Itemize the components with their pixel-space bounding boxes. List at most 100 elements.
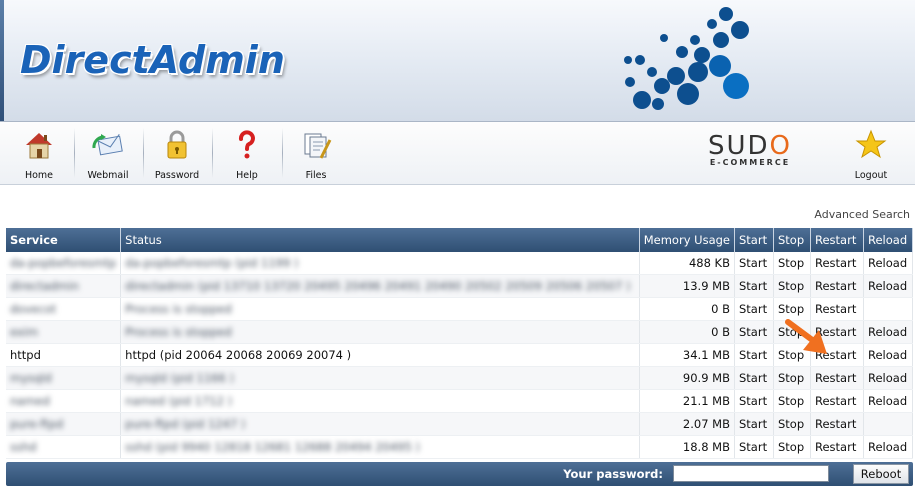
service-status-blurred-text: da-popbeforesmtp (pid 1199 ) xyxy=(125,256,299,270)
service-status-blurred-text: Process is stopped xyxy=(125,325,232,339)
table-row: mysqld mysqld (pid 1166 ) 90.9 MB Start Stop… xyxy=(6,366,913,390)
reload-action[interactable]: Reload xyxy=(863,320,913,344)
star-icon xyxy=(855,129,887,159)
service-name-blurred-text: sshd xyxy=(10,440,37,454)
question-icon xyxy=(239,130,255,159)
service-name-blurred-text: exim xyxy=(10,325,39,339)
restart-action[interactable]: Restart xyxy=(810,274,864,298)
service-status-blurred-text: sshd (pid 9940 12818 12681 12688 20494 2… xyxy=(125,440,420,454)
table-row: directadmin directadmin (pid 13710 13720 … xyxy=(6,274,913,298)
table-header-row: Service Status Memory Usage Start Stop R… xyxy=(6,228,913,252)
memory-usage: 21.1 MB xyxy=(639,389,736,413)
stop-action[interactable]: Stop xyxy=(773,366,811,390)
service-status: named (pid 1712 ) xyxy=(120,389,640,413)
memory-usage: 18.8 MB xyxy=(639,435,736,459)
service-name: pure-ftpd xyxy=(6,412,122,436)
restart-action[interactable]: Restart xyxy=(810,389,864,413)
table-row: da-popbeforesmtp da-popbeforesmtp (pid 11… xyxy=(6,252,913,275)
nav-help[interactable]: Help xyxy=(214,126,280,182)
files-icon xyxy=(304,133,332,159)
nav-logout[interactable]: Logout xyxy=(838,126,904,182)
reboot-button[interactable]: Reboot xyxy=(853,464,909,484)
start-action[interactable]: Start xyxy=(734,389,774,413)
memory-usage: 90.9 MB xyxy=(639,366,736,390)
service-name-blurred-text: directadmin xyxy=(10,279,79,293)
nav-divider xyxy=(212,128,213,178)
reload-action[interactable]: Reload xyxy=(863,252,913,275)
col-header-status: Status xyxy=(120,228,640,252)
home-icon xyxy=(26,133,52,159)
nav-password-label: Password xyxy=(154,170,200,181)
start-action[interactable]: Start xyxy=(734,435,774,459)
header-banner: DirectAdmin xyxy=(0,0,915,122)
nav-files-label: Files xyxy=(305,170,327,181)
service-name: mysqld xyxy=(6,366,122,390)
start-action[interactable]: Start xyxy=(734,366,774,390)
nav-home[interactable]: Home xyxy=(6,126,72,182)
memory-usage: 0 B xyxy=(639,320,736,344)
service-status-blurred-text: named (pid 1712 ) xyxy=(125,394,233,408)
memory-usage: 2.07 MB xyxy=(639,412,736,436)
start-action[interactable]: Start xyxy=(734,297,774,321)
start-action[interactable]: Start xyxy=(734,274,774,298)
services-table-body: da-popbeforesmtp da-popbeforesmtp (pid 11… xyxy=(6,252,913,459)
restart-action[interactable]: Restart xyxy=(810,366,864,390)
col-header-start: Start xyxy=(734,228,774,252)
start-action[interactable]: Start xyxy=(734,320,774,344)
reboot-bar: Your password: Reboot xyxy=(6,462,913,486)
stop-action[interactable]: Stop xyxy=(773,435,811,459)
password-input[interactable] xyxy=(673,465,829,482)
table-row: exim Process is stopped 0 B Start Stop Restar… xyxy=(6,320,913,344)
table-row: sshd sshd (pid 9940 12818 12681 12688 204… xyxy=(6,435,913,459)
service-status: httpd (pid 20064 20068 20069 20074 ) xyxy=(120,343,640,367)
nav-password[interactable]: Password xyxy=(144,126,210,182)
service-name: named xyxy=(6,389,122,413)
stop-action[interactable]: Stop xyxy=(773,412,811,436)
service-name: sshd xyxy=(6,435,122,459)
bubbles-logo-icon xyxy=(624,7,749,110)
service-status: da-popbeforesmtp (pid 1199 ) xyxy=(120,252,640,275)
service-name-blurred-text: pure-ftpd xyxy=(10,417,64,431)
service-name: da-popbeforesmtp xyxy=(6,252,122,275)
start-action[interactable]: Start xyxy=(734,252,774,275)
nav-logout-label: Logout xyxy=(854,170,888,181)
nav-webmail[interactable]: Webmail xyxy=(75,126,141,182)
nav-files[interactable]: Files xyxy=(283,126,349,182)
start-action[interactable]: Start xyxy=(734,412,774,436)
service-status: Process is stopped xyxy=(120,297,640,321)
service-name: exim xyxy=(6,320,122,344)
service-status-blurred-text: pure-ftpd (pid 1247 ) xyxy=(125,417,246,431)
advanced-search-link[interactable]: Advanced Search xyxy=(814,208,910,221)
start-action[interactable]: Start xyxy=(734,343,774,367)
directadmin-logo[interactable]: DirectAdmin xyxy=(20,38,285,82)
restart-action[interactable]: Restart xyxy=(810,252,864,275)
col-header-restart: Restart xyxy=(810,228,864,252)
service-name: dovecot xyxy=(6,297,122,321)
reload-action[interactable]: Reload xyxy=(863,435,913,459)
reload-action[interactable]: Reload xyxy=(863,366,913,390)
service-status-blurred-text: Process is stopped xyxy=(125,302,232,316)
sudo-ecommerce-logo[interactable]: SUDO E-COMMERCE xyxy=(690,132,810,178)
reload-action xyxy=(863,297,913,321)
memory-usage: 13.9 MB xyxy=(639,274,736,298)
service-status: directadmin (pid 13710 13720 20495 20496… xyxy=(120,274,640,298)
restart-action[interactable]: Restart xyxy=(810,435,864,459)
service-status-blurred-text: directadmin (pid 13710 13720 20495 20496… xyxy=(125,279,631,293)
restart-action[interactable]: Restart xyxy=(810,412,864,436)
stop-action[interactable]: Stop xyxy=(773,389,811,413)
service-name-blurred-text: da-popbeforesmtp xyxy=(10,256,117,270)
nav-help-label: Help xyxy=(236,170,258,181)
stop-action[interactable]: Stop xyxy=(773,274,811,298)
password-label: Your password: xyxy=(563,467,663,481)
sudo-logo-text: SUD xyxy=(707,131,770,161)
memory-usage: 34.1 MB xyxy=(639,343,736,367)
col-header-reload: Reload xyxy=(863,228,913,252)
reload-action[interactable]: Reload xyxy=(863,343,913,367)
reload-action[interactable]: Reload xyxy=(863,389,913,413)
reload-action[interactable]: Reload xyxy=(863,274,913,298)
arrow-annotation-icon xyxy=(785,319,827,354)
memory-usage: 488 KB xyxy=(639,252,736,275)
sudo-logo-o: O xyxy=(769,131,793,161)
stop-action[interactable]: Stop xyxy=(773,252,811,275)
memory-usage: 0 B xyxy=(639,297,736,321)
